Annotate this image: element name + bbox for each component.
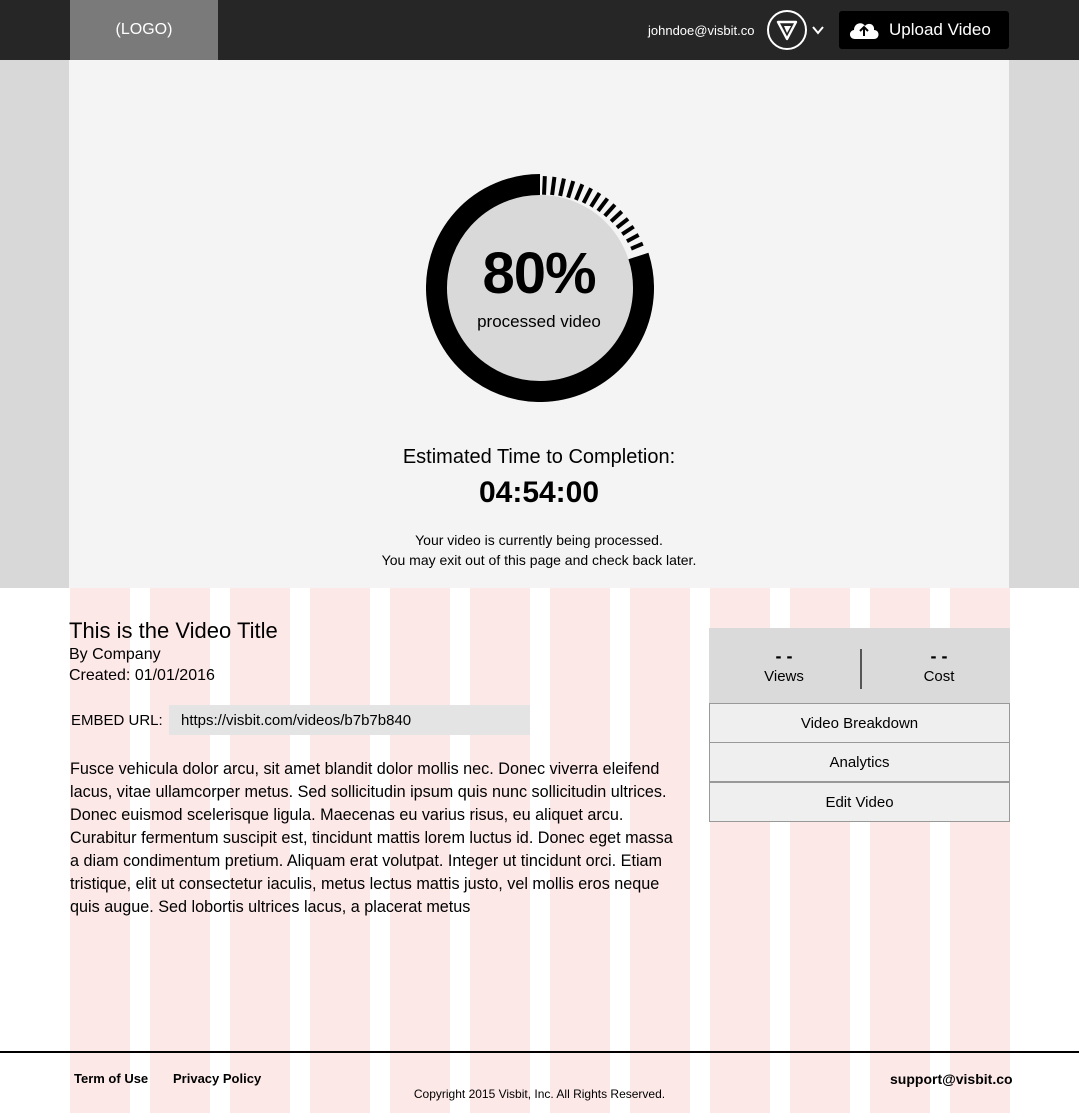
cloud-upload-icon xyxy=(849,23,879,39)
analytics-button[interactable]: Analytics xyxy=(709,742,1010,782)
video-description: Fusce vehicula dolor arcu, sit amet blan… xyxy=(70,760,673,916)
stats-divider xyxy=(860,649,862,689)
cost-label: Cost xyxy=(923,668,955,685)
progress-ring-tick xyxy=(558,178,566,197)
views-value: - - xyxy=(775,646,793,666)
views-label: Views xyxy=(764,668,804,685)
terms-of-use-link[interactable]: Term of Use xyxy=(74,1071,148,1086)
edit-video-button[interactable]: Edit Video xyxy=(709,782,1010,822)
video-title: This is the Video Title xyxy=(69,618,278,643)
chevron-down-icon[interactable] xyxy=(810,22,826,38)
progress-ring-tick xyxy=(550,176,557,196)
support-email-link[interactable]: support@visbit.co xyxy=(890,1071,1013,1087)
notice-line-2: You may exit out of this page and check … xyxy=(381,552,697,568)
logo[interactable]: (LOGO) xyxy=(70,0,218,60)
upload-video-label: Upload Video xyxy=(889,20,991,39)
processing-panel: 80% processed video Estimated Time to Co… xyxy=(69,60,1009,588)
progress-percent: 80% xyxy=(482,241,596,306)
eta-label: Estimated Time to Completion: xyxy=(402,446,676,468)
views-stat: - - Views xyxy=(709,646,859,685)
progress-ring-tick xyxy=(542,176,547,195)
progress-ring-tick xyxy=(621,224,635,236)
notice-line-1: Your video is currently being processed. xyxy=(415,532,663,548)
progress-ring-tick xyxy=(609,210,624,223)
eta-value: 04:54:00 xyxy=(478,476,600,509)
progress-ring-tick xyxy=(596,197,610,213)
embed-url-field[interactable] xyxy=(169,705,530,735)
copyright-text: Copyright 2015 Visbit, Inc. All Rights R… xyxy=(413,1087,666,1101)
stats-panel: - - Views - - Cost xyxy=(709,628,1010,703)
progress-caption: processed video xyxy=(477,312,601,331)
video-created-date: Created: 01/01/2016 xyxy=(69,667,215,684)
right-gutter xyxy=(1009,60,1079,588)
progress-ring-tick xyxy=(589,192,602,208)
upload-video-button[interactable]: Upload Video xyxy=(839,11,1009,49)
footer-divider xyxy=(0,1051,1079,1053)
left-gutter xyxy=(0,60,69,588)
progress-ring-tick xyxy=(566,180,576,199)
progress-ring-tick xyxy=(615,217,630,230)
processing-notice: Your video is currently being processed.… xyxy=(69,530,1009,570)
top-navigation-bar: (LOGO) johndoe@visbit.co Upload Video xyxy=(0,0,1079,60)
privacy-policy-link[interactable]: Privacy Policy xyxy=(173,1071,261,1086)
progress-ring-tick xyxy=(603,203,617,218)
embed-url-label: EMBED URL: xyxy=(71,712,163,729)
user-email: johndoe@visbit.co xyxy=(648,23,755,38)
video-company: By Company xyxy=(69,646,161,663)
progress-ring-tick xyxy=(581,187,593,204)
cost-stat: - - Cost xyxy=(864,646,1014,685)
visbit-v-logo-icon[interactable] xyxy=(767,10,807,50)
video-breakdown-button[interactable]: Video Breakdown xyxy=(709,703,1010,743)
progress-ring-tick xyxy=(574,183,585,201)
cost-value: - - xyxy=(930,646,948,666)
